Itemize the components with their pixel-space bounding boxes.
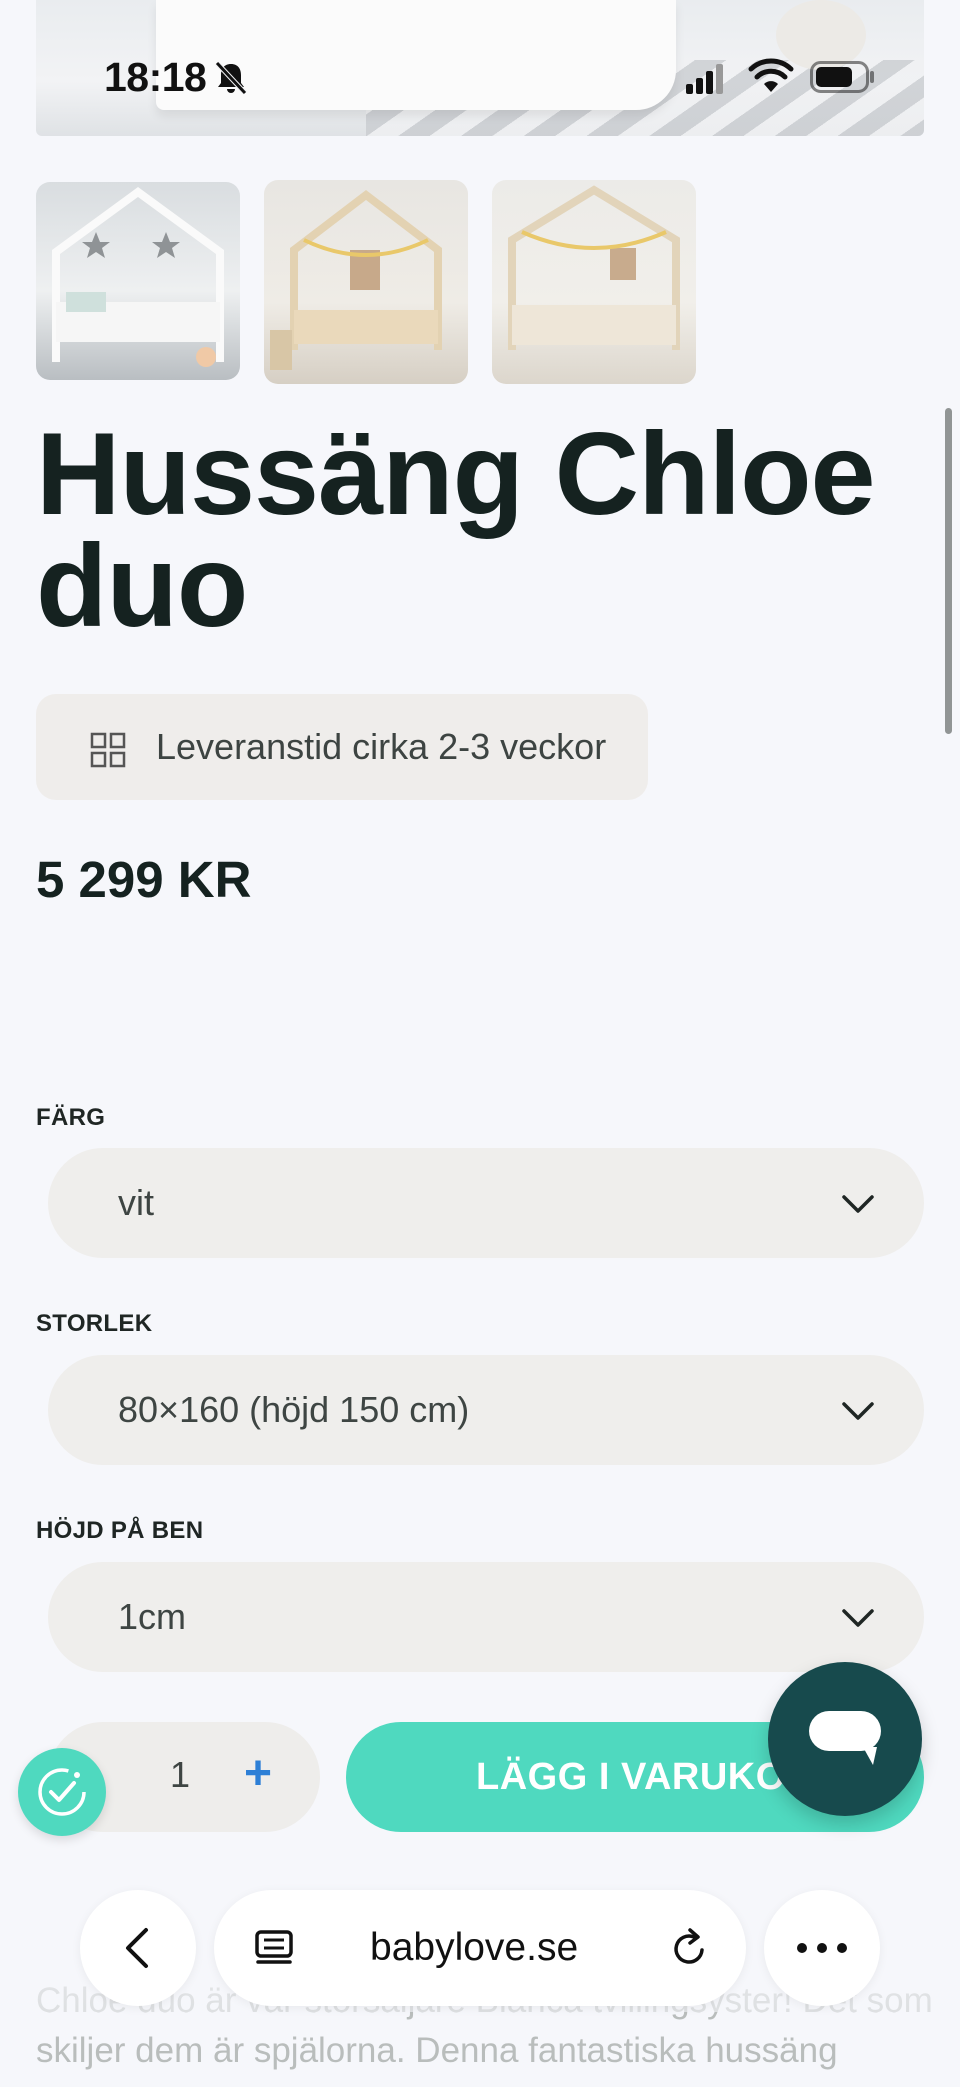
battery-icon	[810, 61, 874, 93]
status-time: 18:18	[104, 54, 207, 100]
page-scrollbar[interactable]	[945, 408, 952, 734]
thumbnail-2[interactable]	[264, 180, 468, 384]
quantity-increase-button[interactable]: +	[244, 1746, 272, 1801]
browser-more-button[interactable]	[764, 1890, 880, 2006]
bell-slash-icon	[215, 61, 247, 95]
signal-icon	[686, 64, 723, 94]
size-select-value: 80×160 (höjd 150 cm)	[118, 1389, 470, 1430]
color-label: FÄRG	[36, 1104, 106, 1131]
grid-icon	[90, 732, 126, 768]
more-dots-icon	[797, 1943, 847, 1953]
leg-height-select[interactable]: 1cm	[48, 1562, 924, 1672]
size-select[interactable]: 80×160 (höjd 150 cm)	[48, 1355, 924, 1465]
color-select-value: vit	[118, 1182, 154, 1223]
cookie-check-icon	[38, 1768, 86, 1816]
chat-button[interactable]	[768, 1662, 922, 1816]
chevron-down-icon	[842, 1609, 874, 1627]
product-price: 5 299 KR	[36, 851, 252, 908]
browser-back-button[interactable]	[80, 1890, 196, 2006]
size-label: STORLEK	[36, 1310, 153, 1337]
leg-height-label: HÖJD PÅ BEN	[36, 1517, 204, 1544]
chat-bubble-icon	[809, 1711, 881, 1765]
chevron-down-icon	[842, 1195, 874, 1213]
quantity-value[interactable]: 1	[170, 1754, 190, 1796]
browser-url: babylove.se	[370, 1926, 579, 1969]
chevron-left-icon	[126, 1928, 148, 1968]
wifi-icon	[748, 58, 794, 92]
chevron-down-icon	[842, 1402, 874, 1420]
delivery-text: Leveranstid cirka 2-3 veckor	[156, 726, 607, 767]
reload-icon[interactable]	[670, 1928, 710, 1970]
cookie-consent-button[interactable]	[18, 1748, 106, 1836]
product-title: Hussäng Chloe duo	[36, 408, 876, 651]
status-bar: 18:18	[0, 0, 960, 150]
browser-address-bar[interactable]: babylove.se	[214, 1890, 746, 2006]
thumbnail-1[interactable]	[36, 182, 240, 380]
thumbnail-3[interactable]	[492, 180, 696, 384]
reader-mode-icon[interactable]	[254, 1928, 294, 1968]
color-select[interactable]: vit	[48, 1148, 924, 1258]
thumbnail-gallery	[36, 180, 696, 384]
leg-height-select-value: 1cm	[118, 1596, 187, 1637]
delivery-info: Leveranstid cirka 2-3 veckor	[36, 694, 648, 800]
